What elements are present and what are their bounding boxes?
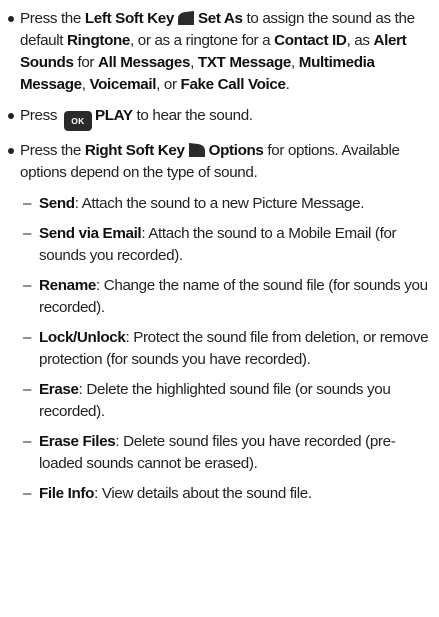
ok-key-icon: OK [63,111,92,131]
voicemail-label: Voicemail [89,76,157,93]
text: , or as a ringtone for a [130,32,275,49]
left-soft-key-label: Left Soft Key [84,10,174,27]
dash-marker: – [23,195,32,212]
option-send-via-email: – Send via Email: Attach the sound to a M… [6,223,435,267]
right-soft-key-label: Right Soft Key [84,142,185,159]
option-name: Erase [39,381,79,398]
set-as-label: Set As [198,10,243,27]
dash-marker: – [23,329,32,346]
dash-marker: – [23,277,32,294]
option-description: : Attach the sound to a new Picture Mess… [74,195,365,212]
contact-id-label: Contact ID [274,32,347,49]
option-description: : Delete the highlighted sound file (or … [39,381,391,420]
instruction-options: Press the Right Soft Key Options for opti… [6,140,435,184]
text: , [190,54,198,71]
text: for [73,54,99,71]
dash-marker: – [23,485,32,502]
option-description: : Change the name of the sound file (for… [39,277,428,316]
option-name: Send [39,195,75,212]
text: Press the [20,10,85,27]
dash-marker: – [23,381,32,398]
manual-page: Press the Left Soft Key Set As to assign … [0,0,439,617]
ringtone-label: Ringtone [67,32,131,49]
right-soft-key-icon [188,143,205,157]
text: Press [20,107,61,124]
instruction-play: Press OK PLAY to hear the sound. [6,105,435,131]
left-soft-key-icon [178,11,194,25]
option-name: Send via Email [39,225,142,242]
option-file-info: – File Info: View details about the sound… [6,483,435,505]
option-description: : View details about the sound file. [94,485,312,502]
option-send: – Send: Attach the sound to a new Picture… [6,193,435,215]
all-messages-label: All Messages [98,54,191,71]
option-name: Rename [39,277,96,294]
options-label: Options [208,142,264,159]
option-rename: – Rename: Change the name of the sound fi… [6,275,435,319]
option-name: File Info [39,485,95,502]
option-erase: – Erase: Delete the highlighted sound fil… [6,379,435,423]
dash-marker: – [23,225,32,242]
option-lock-unlock: – Lock/Unlock: Protect the sound file fro… [6,327,435,371]
txt-message-label: TXT Message [197,54,292,71]
text: . [285,76,290,93]
option-name: Lock/Unlock [39,329,126,346]
text: to hear the sound. [132,107,254,124]
option-erase-files: – Erase Files: Delete sound files you hav… [6,431,435,475]
instruction-set-as: Press the Left Soft Key Set As to assign … [6,8,435,96]
dash-marker: – [23,433,32,450]
option-name: Erase Files [39,433,116,450]
text: , as [346,32,374,49]
fake-call-voice-label: Fake Call Voice [180,76,286,93]
play-label: PLAY [94,107,133,124]
text: Press the [20,142,85,159]
text: , [291,54,299,71]
text: , or [156,76,181,93]
